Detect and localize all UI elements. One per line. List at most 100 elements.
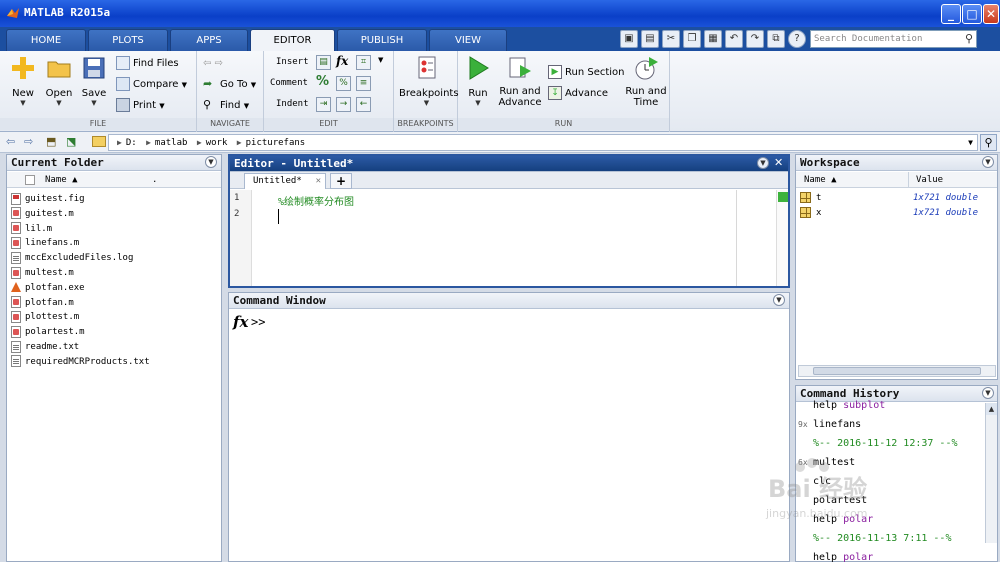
editor-menu-icon[interactable]: ▼	[757, 157, 769, 169]
new-button[interactable]: New ▼	[6, 55, 40, 107]
current-folder-menu-icon[interactable]: ▼	[205, 156, 217, 168]
run-button[interactable]: Run ▼	[462, 55, 494, 107]
search-folder-icon[interactable]: ⚲	[980, 134, 997, 151]
run-section-button[interactable]: ▶ Run Section	[548, 64, 625, 82]
file-row[interactable]: requiredMCRProducts.txt	[11, 355, 150, 370]
redo-icon[interactable]: ↷	[746, 30, 764, 48]
insert-function-icon[interactable]: fx	[336, 54, 348, 68]
workspace-col-name[interactable]: Name ▲	[804, 172, 837, 188]
tab-view[interactable]: VIEW	[429, 29, 507, 51]
history-session-separator[interactable]: %-- 2016-11-12 12:37 --%	[813, 436, 958, 451]
compare-button[interactable]: Compare ▼	[116, 76, 187, 94]
copy-icon[interactable]: ❐	[683, 30, 701, 48]
search-icon[interactable]: ⚲	[965, 32, 973, 45]
print-button[interactable]: Print ▼	[116, 97, 165, 115]
smart-indent-icon[interactable]: ⇥	[316, 97, 331, 112]
file-row[interactable]: mccExcludedFiles.log	[11, 251, 133, 266]
save-quick-icon[interactable]: ▤	[641, 30, 659, 48]
breakpoints-button[interactable]: Breakpoints ▼	[399, 55, 459, 107]
history-entry[interactable]: help subplot	[813, 398, 885, 413]
comment-icon[interactable]: %	[316, 74, 329, 89]
editor-close-icon[interactable]: ✕	[774, 156, 783, 169]
file-row[interactable]: plotfan.exe	[11, 281, 85, 296]
select-all-checkbox[interactable]	[25, 175, 35, 185]
run-and-time-button[interactable]: Run and Time	[624, 55, 668, 108]
forward-icon[interactable]: ⇨	[24, 135, 33, 148]
scroll-up-icon[interactable]: ▲	[986, 403, 997, 415]
history-entry[interactable]: linefans	[813, 417, 861, 432]
comment-button[interactable]: Comment	[270, 74, 308, 92]
history-entry[interactable]: help polar	[813, 550, 873, 562]
code-analyzer-ok-icon[interactable]	[778, 192, 788, 202]
current-path-field[interactable]: ▶ D: ▶ matlab ▶ work ▶ picturefans ▼	[108, 134, 978, 151]
editor-tab-untitled[interactable]: Untitled* ✕	[244, 173, 326, 189]
paste-icon[interactable]: ▦	[704, 30, 722, 48]
find-files-button[interactable]: Find Files	[116, 55, 179, 73]
workspace-col-value[interactable]: Value	[916, 172, 943, 188]
history-vertical-scrollbar[interactable]: ▲	[985, 403, 997, 543]
workspace-menu-icon[interactable]: ▼	[982, 156, 994, 168]
find-button[interactable]: ⚲ Find ▼	[203, 97, 249, 115]
file-row[interactable]: plotfan.m	[11, 296, 74, 311]
workspace-horizontal-scrollbar[interactable]	[798, 365, 996, 377]
layout-icon[interactable]: ▣	[620, 30, 638, 48]
function-browser-icon[interactable]: fx	[233, 313, 248, 331]
close-button[interactable]: ✕	[983, 4, 999, 24]
path-segment-work[interactable]: work	[206, 138, 228, 148]
goto-button[interactable]: ➦ Go To ▼	[203, 76, 256, 94]
tab-apps[interactable]: APPS	[170, 29, 248, 51]
tab-publish[interactable]: PUBLISH	[337, 29, 427, 51]
file-row[interactable]: lil.m	[11, 222, 52, 237]
insert-button[interactable]: Insert	[276, 53, 309, 71]
code-line-1[interactable]: %绘制概率分布图	[278, 193, 354, 208]
tab-editor[interactable]: EDITOR	[250, 29, 335, 51]
cut-icon[interactable]: ✂	[662, 30, 680, 48]
search-documentation-input[interactable]: Search Documentation ⚲	[810, 30, 977, 48]
editor-tab-close-icon[interactable]: ✕	[316, 174, 321, 189]
command-history-menu-icon[interactable]: ▼	[982, 387, 994, 399]
save-button[interactable]: Save ▼	[78, 55, 110, 107]
advance-button[interactable]: ↧ Advance	[548, 85, 608, 103]
undo-icon[interactable]: ↶	[725, 30, 743, 48]
path-segment-matlab[interactable]: matlab	[155, 138, 188, 148]
indent-button[interactable]: Indent	[276, 95, 309, 113]
minimize-button[interactable]: _	[941, 4, 961, 24]
workspace-var-row[interactable]: x 1x721 double	[800, 206, 990, 221]
workspace-scroll-thumb[interactable]	[813, 367, 981, 375]
tab-plots[interactable]: PLOTS	[88, 29, 168, 51]
uncomment-icon[interactable]: %	[336, 76, 351, 91]
browse-folder-icon[interactable]: ⬔	[66, 135, 76, 148]
command-window-panel[interactable]: Command Window ▼ fx >>	[228, 292, 790, 562]
file-row[interactable]: linefans.m	[11, 236, 79, 251]
wrap-comments-icon[interactable]: ≡	[356, 76, 371, 91]
new-tab-button[interactable]: +	[330, 173, 352, 189]
run-and-advance-button[interactable]: Run and Advance	[498, 55, 542, 108]
back-forward-buttons[interactable]: ⇦ ⇨	[203, 55, 223, 73]
file-row[interactable]: guitest.m	[11, 207, 74, 222]
file-row[interactable]: polartest.m	[11, 325, 85, 340]
file-row[interactable]: plottest.m	[11, 310, 79, 325]
path-segment-drive[interactable]: D:	[126, 138, 137, 148]
history-session-separator[interactable]: %-- 2016-11-13 7:11 --%	[813, 531, 951, 546]
path-segment-picturefans[interactable]: picturefans	[246, 138, 306, 148]
file-row[interactable]: multest.m	[11, 266, 74, 281]
file-row[interactable]: readme.txt	[11, 340, 79, 355]
insert-section-icon[interactable]: ▤	[316, 55, 331, 70]
folder-col-name[interactable]: Name ▲	[45, 172, 78, 188]
back-icon[interactable]: ⇦	[6, 135, 15, 148]
path-dropdown-icon[interactable]: ▼	[968, 135, 973, 150]
tab-home[interactable]: HOME	[6, 29, 86, 51]
history-entry[interactable]: clc	[813, 474, 831, 489]
help-icon[interactable]: ?	[788, 30, 806, 48]
insert-dropdown-icon[interactable]: ▼	[378, 56, 383, 64]
insert-graph-icon[interactable]: ⌗	[356, 55, 371, 70]
command-window-menu-icon[interactable]: ▼	[773, 294, 785, 306]
history-entry[interactable]: polartest	[813, 493, 867, 508]
maximize-button[interactable]: □	[962, 4, 982, 24]
increase-indent-icon[interactable]: →	[336, 97, 351, 112]
decrease-indent-icon[interactable]: ←	[356, 97, 371, 112]
history-entry[interactable]: help polar	[813, 512, 873, 527]
file-row[interactable]: guitest.fig	[11, 192, 85, 207]
history-entry[interactable]: multest	[813, 455, 855, 470]
up-folder-icon[interactable]: ⬒	[46, 135, 56, 148]
